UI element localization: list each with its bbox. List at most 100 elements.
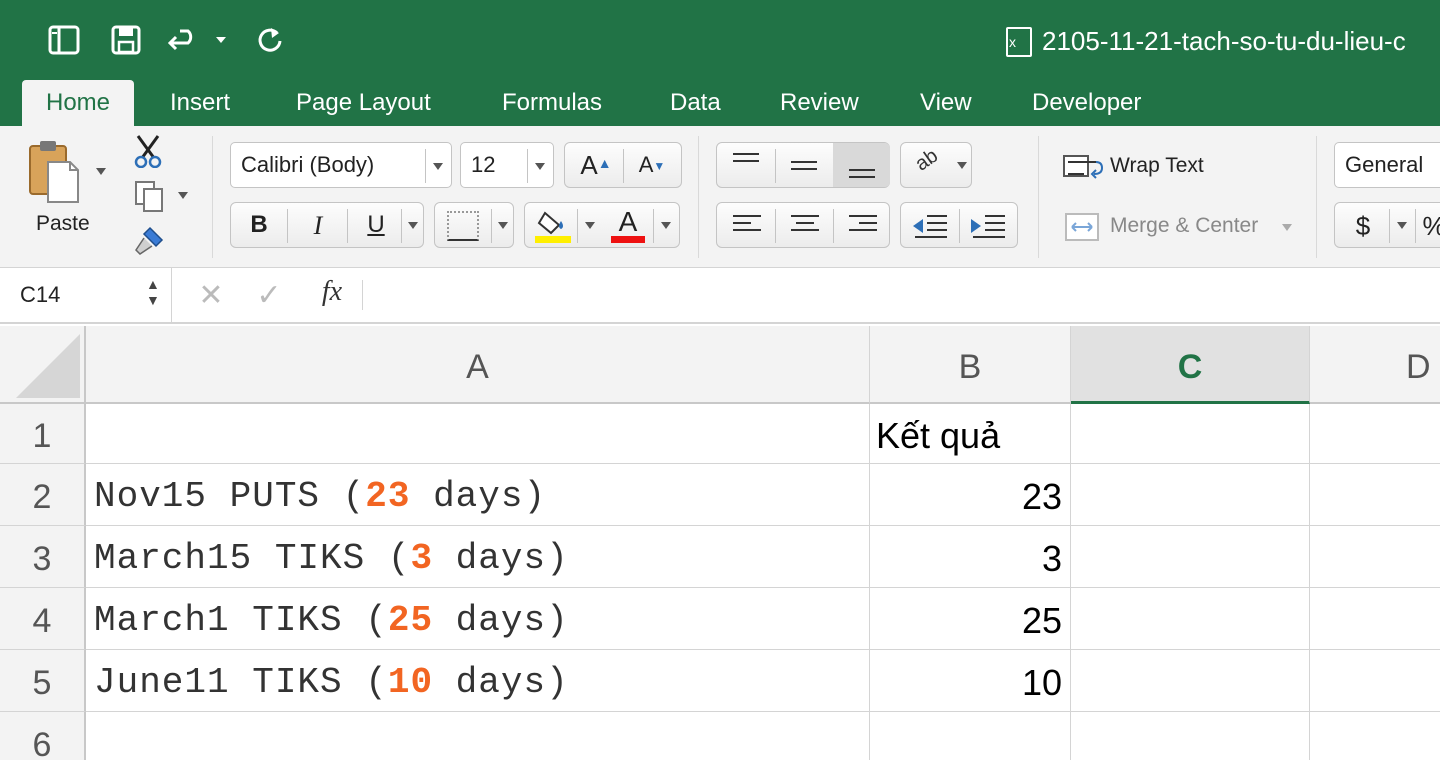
- font-name-select[interactable]: Calibri (Body): [230, 142, 452, 188]
- enter-check-icon[interactable]: ✓: [254, 278, 284, 313]
- row-header-3[interactable]: 3: [0, 526, 86, 588]
- formula-input[interactable]: [372, 274, 1432, 316]
- cell-a5[interactable]: June11 TIKS (10 days): [86, 650, 870, 712]
- align-left-icon[interactable]: [733, 215, 761, 231]
- copy-dropdown-icon[interactable]: [178, 192, 188, 199]
- underline-button[interactable]: U: [351, 211, 401, 239]
- cell-b4[interactable]: 25: [870, 588, 1071, 650]
- undo-icon[interactable]: [168, 22, 228, 58]
- cell-b2[interactable]: 23: [870, 464, 1071, 526]
- tab-developer[interactable]: Developer: [1032, 80, 1141, 126]
- cancel-icon[interactable]: ✕: [196, 278, 226, 313]
- currency-button[interactable]: $: [1345, 211, 1381, 242]
- cell-c6[interactable]: [1071, 712, 1310, 760]
- name-box-stepper-icon[interactable]: ▲ ▼: [146, 276, 160, 308]
- increase-indent-icon[interactable]: [969, 213, 1007, 239]
- paste-icon[interactable]: [24, 138, 84, 208]
- decrease-font-size-icon[interactable]: A▼: [627, 152, 677, 178]
- merge-dropdown-icon[interactable]: [1282, 224, 1292, 231]
- tab-insert[interactable]: Insert: [170, 80, 230, 126]
- increase-font-size-icon[interactable]: A▲: [571, 150, 621, 181]
- cell-c2[interactable]: [1071, 464, 1310, 526]
- sidebar-toggle-icon[interactable]: [46, 22, 82, 58]
- tab-view[interactable]: View: [920, 80, 972, 126]
- redo-icon[interactable]: [252, 22, 288, 58]
- cell-b5[interactable]: 10: [870, 650, 1071, 712]
- row-header-5[interactable]: 5: [0, 650, 86, 712]
- cell-a4[interactable]: March1 TIKS (25 days): [86, 588, 870, 650]
- cell-d5[interactable]: [1310, 650, 1440, 712]
- cell-a1[interactable]: [86, 404, 870, 464]
- divider: [775, 209, 776, 243]
- column-header-b[interactable]: B: [870, 326, 1071, 404]
- cell-c4[interactable]: [1071, 588, 1310, 650]
- align-bottom-button[interactable]: [833, 143, 890, 187]
- italic-button[interactable]: I: [293, 211, 343, 241]
- cell-a3[interactable]: March15 TIKS (3 days): [86, 526, 870, 588]
- divider: [1415, 209, 1416, 243]
- currency-dropdown-icon[interactable]: [1397, 222, 1407, 229]
- fill-color-dropdown-icon[interactable]: [585, 222, 595, 229]
- tab-formulas[interactable]: Formulas: [502, 80, 602, 126]
- select-all-button[interactable]: [0, 326, 86, 404]
- orientation-button[interactable]: ab: [900, 142, 972, 188]
- cell-d1[interactable]: [1310, 404, 1440, 464]
- save-icon[interactable]: [108, 22, 144, 58]
- underline-dropdown-icon[interactable]: [408, 222, 418, 229]
- wrap-text-label[interactable]: Wrap Text: [1110, 154, 1204, 178]
- row-header-6[interactable]: 6: [0, 712, 86, 760]
- row-header-4[interactable]: 4: [0, 588, 86, 650]
- wrap-text-icon[interactable]: [1062, 152, 1104, 182]
- document-title-text: 2105-11-21-tach-so-tu-du-lieu-c: [1042, 26, 1406, 56]
- highlighted-number: 10: [387, 662, 434, 703]
- font-color-dropdown-icon[interactable]: [661, 222, 671, 229]
- merge-center-icon[interactable]: [1064, 212, 1100, 242]
- tab-page-layout[interactable]: Page Layout: [296, 80, 431, 126]
- cell-d3[interactable]: [1310, 526, 1440, 588]
- cell-c3[interactable]: [1071, 526, 1310, 588]
- copy-icon[interactable]: [134, 180, 164, 212]
- cell-a6[interactable]: [86, 712, 870, 760]
- column-header-c[interactable]: C: [1071, 326, 1310, 404]
- cell-b6[interactable]: [870, 712, 1071, 760]
- number-format-select[interactable]: General: [1334, 142, 1440, 188]
- row-header-1[interactable]: 1: [0, 404, 86, 464]
- column-header-d[interactable]: D: [1310, 326, 1440, 404]
- paste-label[interactable]: Paste: [36, 212, 90, 236]
- cell-d6[interactable]: [1310, 712, 1440, 760]
- cell-b1[interactable]: Kết quả: [870, 404, 1071, 464]
- cell-b3[interactable]: 3: [870, 526, 1071, 588]
- insert-function-button[interactable]: fx: [312, 276, 352, 308]
- align-middle-icon[interactable]: [791, 161, 817, 170]
- font-size-select[interactable]: 12: [460, 142, 554, 188]
- tab-review[interactable]: Review: [780, 80, 859, 126]
- font-size-value: 12: [471, 152, 496, 177]
- fill-color-icon[interactable]: [535, 207, 571, 243]
- tab-home[interactable]: Home: [22, 80, 135, 126]
- highlighted-number: 3: [410, 538, 434, 579]
- cell-a2[interactable]: Nov15 PUTS (23 days): [86, 464, 870, 526]
- merge-center-label[interactable]: Merge & Center: [1110, 214, 1258, 238]
- font-color-icon[interactable]: A: [609, 205, 647, 243]
- decrease-indent-icon[interactable]: [911, 213, 949, 239]
- borders-button[interactable]: [434, 202, 514, 248]
- row-header-2[interactable]: 2: [0, 464, 86, 526]
- cell-d2[interactable]: [1310, 464, 1440, 526]
- percent-button[interactable]: %: [1419, 211, 1440, 242]
- format-painter-icon[interactable]: [132, 224, 166, 256]
- tab-data[interactable]: Data: [670, 80, 721, 126]
- align-top-icon[interactable]: [733, 153, 759, 162]
- cell-c5[interactable]: [1071, 650, 1310, 712]
- cell-d4[interactable]: [1310, 588, 1440, 650]
- cut-icon[interactable]: [132, 134, 164, 169]
- paste-dropdown-icon[interactable]: [96, 168, 106, 175]
- align-right-icon[interactable]: [849, 215, 877, 231]
- cell-c1[interactable]: [1071, 404, 1310, 464]
- bold-button[interactable]: B: [237, 211, 281, 239]
- divider: [491, 209, 492, 243]
- divider: [959, 209, 960, 243]
- align-center-icon[interactable]: [791, 215, 819, 231]
- name-box[interactable]: C14 ▲ ▼: [0, 268, 172, 322]
- ribbon-separator: [698, 136, 699, 258]
- column-header-a[interactable]: A: [86, 326, 870, 404]
